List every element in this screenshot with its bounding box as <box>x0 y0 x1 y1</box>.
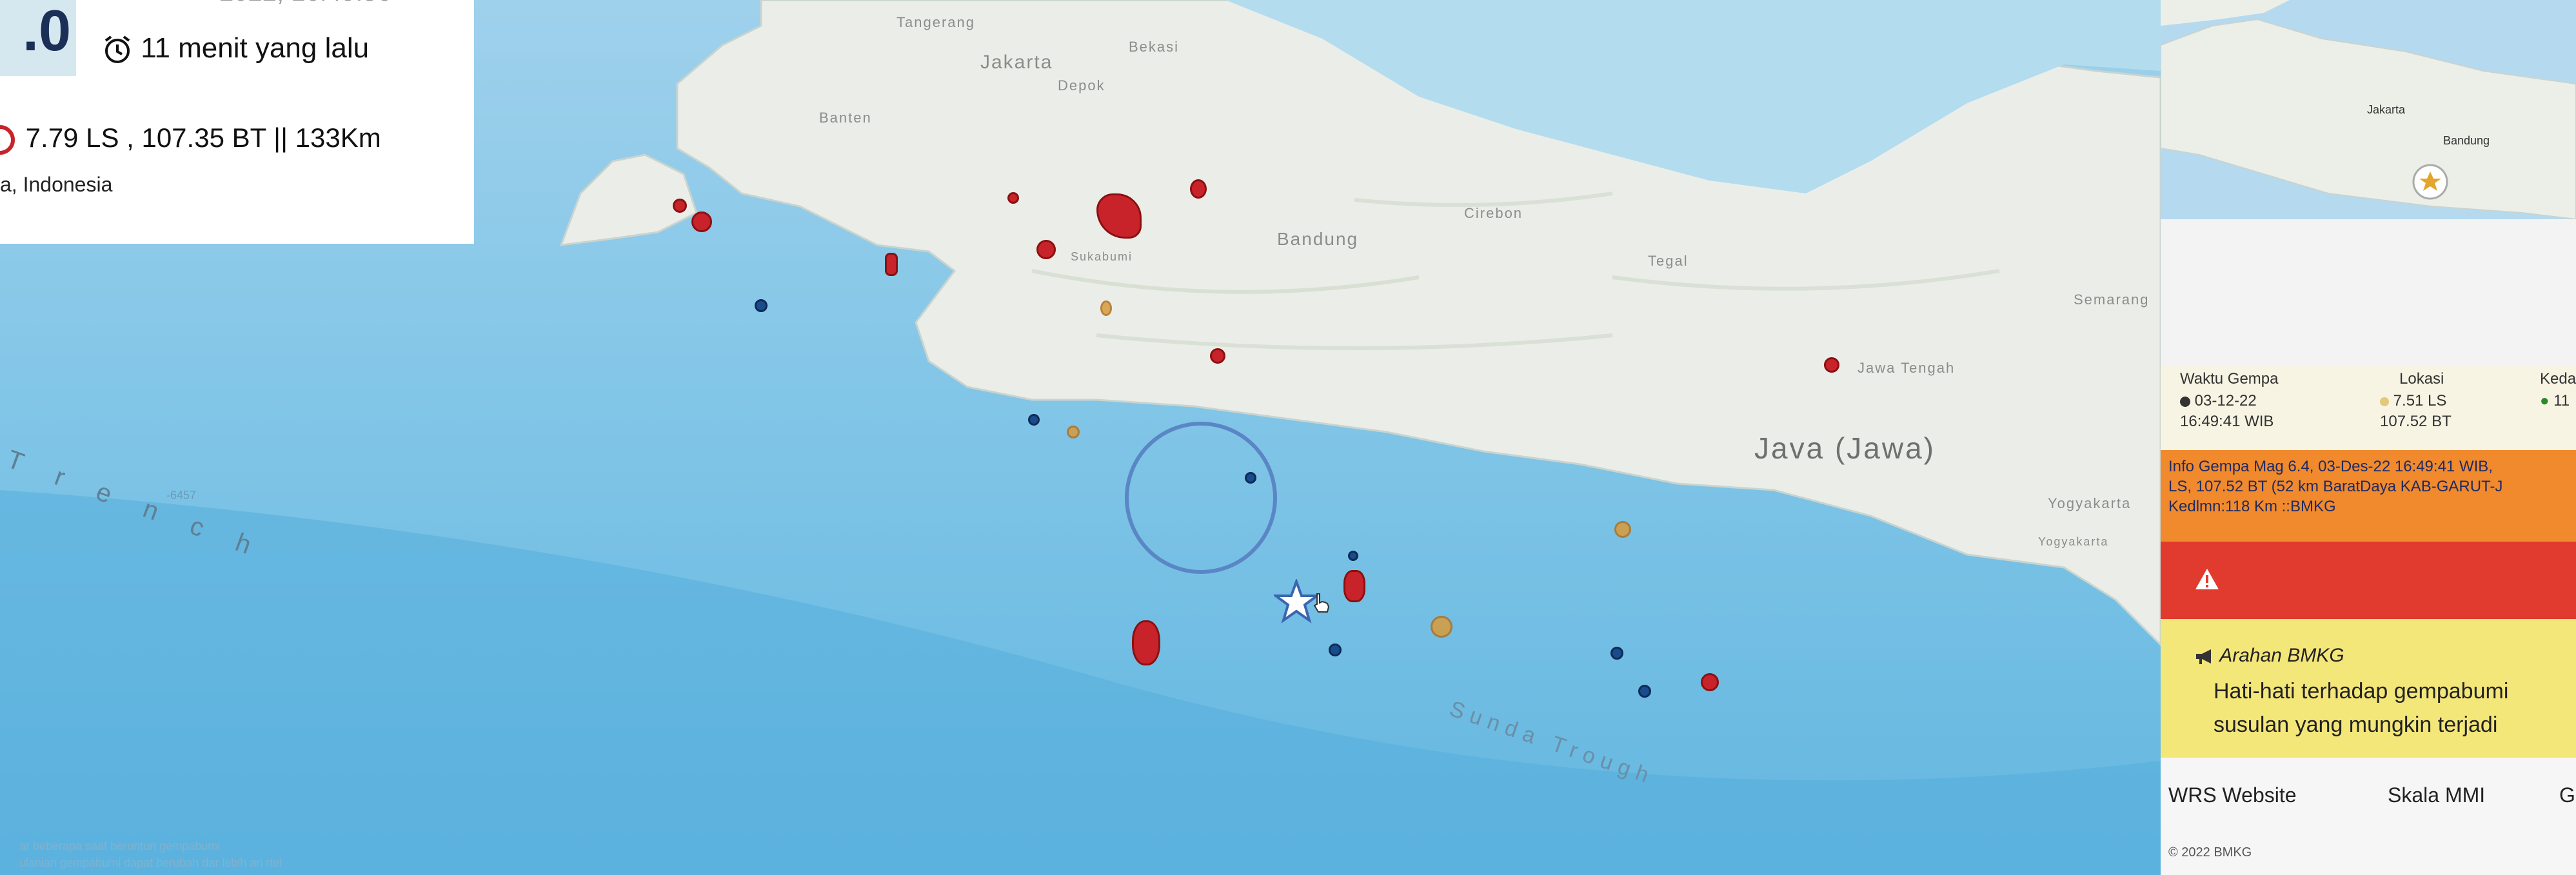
clock-icon <box>104 35 130 64</box>
wrs-website-link[interactable]: WRS Website <box>2168 783 2297 807</box>
shake-radius-circle <box>1125 422 1277 574</box>
quake-marker[interactable] <box>1245 472 1256 484</box>
label-yogyakarta-region: Yogyakarta <box>2038 535 2109 548</box>
quake-marker[interactable] <box>1348 551 1358 561</box>
quake-marker[interactable] <box>755 299 768 312</box>
warning-banner <box>2161 542 2576 619</box>
time-ago: 11 menit yang lalu <box>102 32 369 65</box>
col-kedalaman-header: Keda <box>2540 370 2576 388</box>
quake-marker[interactable] <box>1210 348 1225 364</box>
info-gempa-line-1: Info Gempa Mag 6.4, 03-Des-22 16:49:41 W… <box>2168 458 2493 475</box>
label-jawa-tengah: Jawa Tengah <box>1858 360 1956 376</box>
arahan-title: Arahan BMKG <box>2194 645 2344 667</box>
quake-marker[interactable] <box>1007 192 1019 204</box>
depth-icon: ● <box>2540 392 2550 409</box>
quake-marker[interactable] <box>1610 647 1623 660</box>
label-bandung: Bandung <box>1277 229 1359 249</box>
quake-marker[interactable] <box>1638 685 1651 698</box>
quake-marker[interactable] <box>673 199 687 213</box>
footer-links: WRS Website Skala MMI G © 2022 BMKG <box>2161 758 2576 875</box>
arahan-line-2: susulan yang mungkin terjadi <box>2214 713 2498 737</box>
label-depth: -6457 <box>166 489 197 502</box>
copyright-text: © 2022 BMKG <box>2168 845 2252 860</box>
skala-mmi-link[interactable]: Skala MMI <box>2388 783 2485 807</box>
minimap-label-jakarta: Jakarta <box>2367 103 2406 116</box>
label-tegal: Tegal <box>1648 253 1689 269</box>
quake-marker[interactable] <box>885 253 898 276</box>
quake-summary-table: Waktu Gempa Lokasi Keda 03-12-22 16:49:4… <box>2161 366 2576 450</box>
arahan-message: Hati-hati terhadap gempabumi susulan yan… <box>2214 674 2508 742</box>
label-bekasi: Bekasi <box>1129 39 1180 55</box>
waktu-time: 16:49:41 WIB <box>2180 413 2274 430</box>
quake-marker[interactable] <box>1132 620 1160 665</box>
info-gempa-banner: Info Gempa Mag 6.4, 03-Des-22 16:49:41 W… <box>2161 450 2576 542</box>
warning-icon <box>2195 569 2219 589</box>
quake-marker[interactable] <box>1190 179 1207 199</box>
quake-marker[interactable] <box>1028 414 1040 426</box>
quake-marker[interactable] <box>1067 426 1080 438</box>
map-footnote-1: ar beberapa saat beruntun gempabumi <box>19 840 221 852</box>
lokasi-lon: 107.52 BT <box>2380 413 2452 430</box>
lokasi-lat: 7.51 LS <box>2380 392 2446 410</box>
info-side-panel: Jakarta Bandung Waktu Gempa Lokasi Keda … <box>2161 0 2576 875</box>
arahan-box: Arahan BMKG Hati-hati terhadap gempabumi… <box>2161 619 2576 758</box>
quake-marker[interactable] <box>1329 644 1342 656</box>
quake-marker[interactable] <box>1431 616 1452 638</box>
quake-marker[interactable] <box>691 211 712 232</box>
quake-marker[interactable] <box>1701 673 1719 691</box>
coords-row: 7.79 LS , 107.35 BT || 133Km <box>0 123 381 155</box>
coords-text: 7.79 LS , 107.35 BT || 133Km <box>25 123 381 153</box>
region-text: a, Indonesia <box>0 173 113 196</box>
earthquake-info-card: 2022, 16:49:56 .0 11 menit yang lalu 7.7… <box>0 0 474 244</box>
quake-marker[interactable] <box>1614 521 1631 538</box>
g-link[interactable]: G <box>2559 783 2575 807</box>
label-semarang: Semarang <box>2074 291 2150 308</box>
info-gempa-line-3: Kedlmn:118 Km ::BMKG <box>2168 498 2336 515</box>
clock-icon <box>2180 396 2190 407</box>
info-gempa-line-2: LS, 107.52 BT (52 km BaratDaya KAB-GARUT… <box>2168 478 2503 495</box>
quake-marker[interactable] <box>1036 240 1056 259</box>
label-sukabumi: Sukabumi <box>1071 250 1133 263</box>
info-date: 2022, 16:49:56 <box>219 0 391 7</box>
label-banten: Banten <box>819 110 872 126</box>
label-jakarta: Jakarta <box>980 52 1053 73</box>
hand-cursor-icon <box>1313 593 1330 613</box>
quake-marker[interactable] <box>1824 357 1839 373</box>
location-icon <box>0 124 15 155</box>
minimap-label-bandung: Bandung <box>2443 134 2490 147</box>
magnitude-value: .0 <box>0 0 76 76</box>
label-yogyakarta: Yogyakarta <box>2048 495 2132 511</box>
map-footnote-2: ulanian gempabumi dapat berubah dar lebi… <box>19 856 282 869</box>
mini-map[interactable]: Jakarta Bandung <box>2161 0 2576 219</box>
arahan-line-1: Hati-hati terhadap gempabumi <box>2214 679 2509 703</box>
waktu-date: 03-12-22 <box>2180 392 2257 410</box>
time-ago-text: 11 menit yang lalu <box>141 32 370 64</box>
col-waktu-header: Waktu Gempa <box>2180 370 2279 388</box>
label-cirebon: Cirebon <box>1464 205 1523 221</box>
label-java: Java (Jawa) <box>1754 431 1936 465</box>
label-tangerang: Tangerang <box>897 14 975 30</box>
col-lokasi-header: Lokasi <box>2399 370 2444 388</box>
megaphone-icon <box>2196 649 2211 665</box>
kedalaman-value: ● 11 <box>2540 392 2570 409</box>
location-icon <box>2380 397 2389 406</box>
quake-marker[interactable] <box>1100 300 1112 316</box>
label-depok: Depok <box>1058 77 1105 93</box>
quake-marker[interactable] <box>1343 570 1365 602</box>
